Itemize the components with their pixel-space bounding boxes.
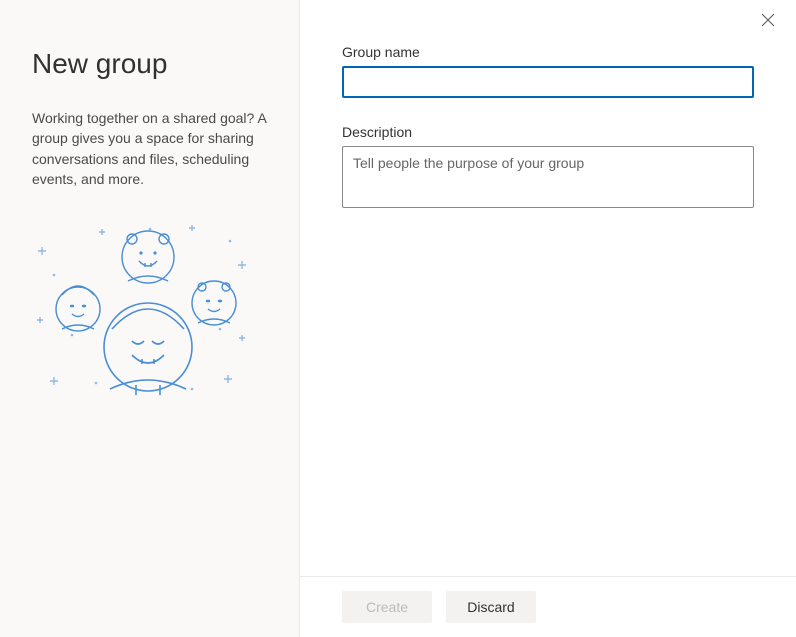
main-form: Group name Description Create Discard <box>300 0 796 637</box>
close-button[interactable] <box>760 12 782 34</box>
group-name-input[interactable] <box>342 66 754 98</box>
group-name-field: Group name <box>342 44 754 98</box>
sidebar: New group Working together on a shared g… <box>0 0 300 637</box>
sidebar-title: New group <box>32 48 267 80</box>
group-illustration <box>32 217 262 417</box>
create-button[interactable]: Create <box>342 591 432 623</box>
sidebar-description: Working together on a shared goal? A gro… <box>32 108 267 189</box>
dialog-footer: Create Discard <box>300 576 796 637</box>
description-label: Description <box>342 124 754 140</box>
description-field: Description <box>342 124 754 213</box>
close-icon <box>760 12 782 28</box>
new-group-dialog: New group Working together on a shared g… <box>0 0 796 637</box>
discard-button[interactable]: Discard <box>446 591 536 623</box>
description-input[interactable] <box>342 146 754 208</box>
group-name-label: Group name <box>342 44 754 60</box>
